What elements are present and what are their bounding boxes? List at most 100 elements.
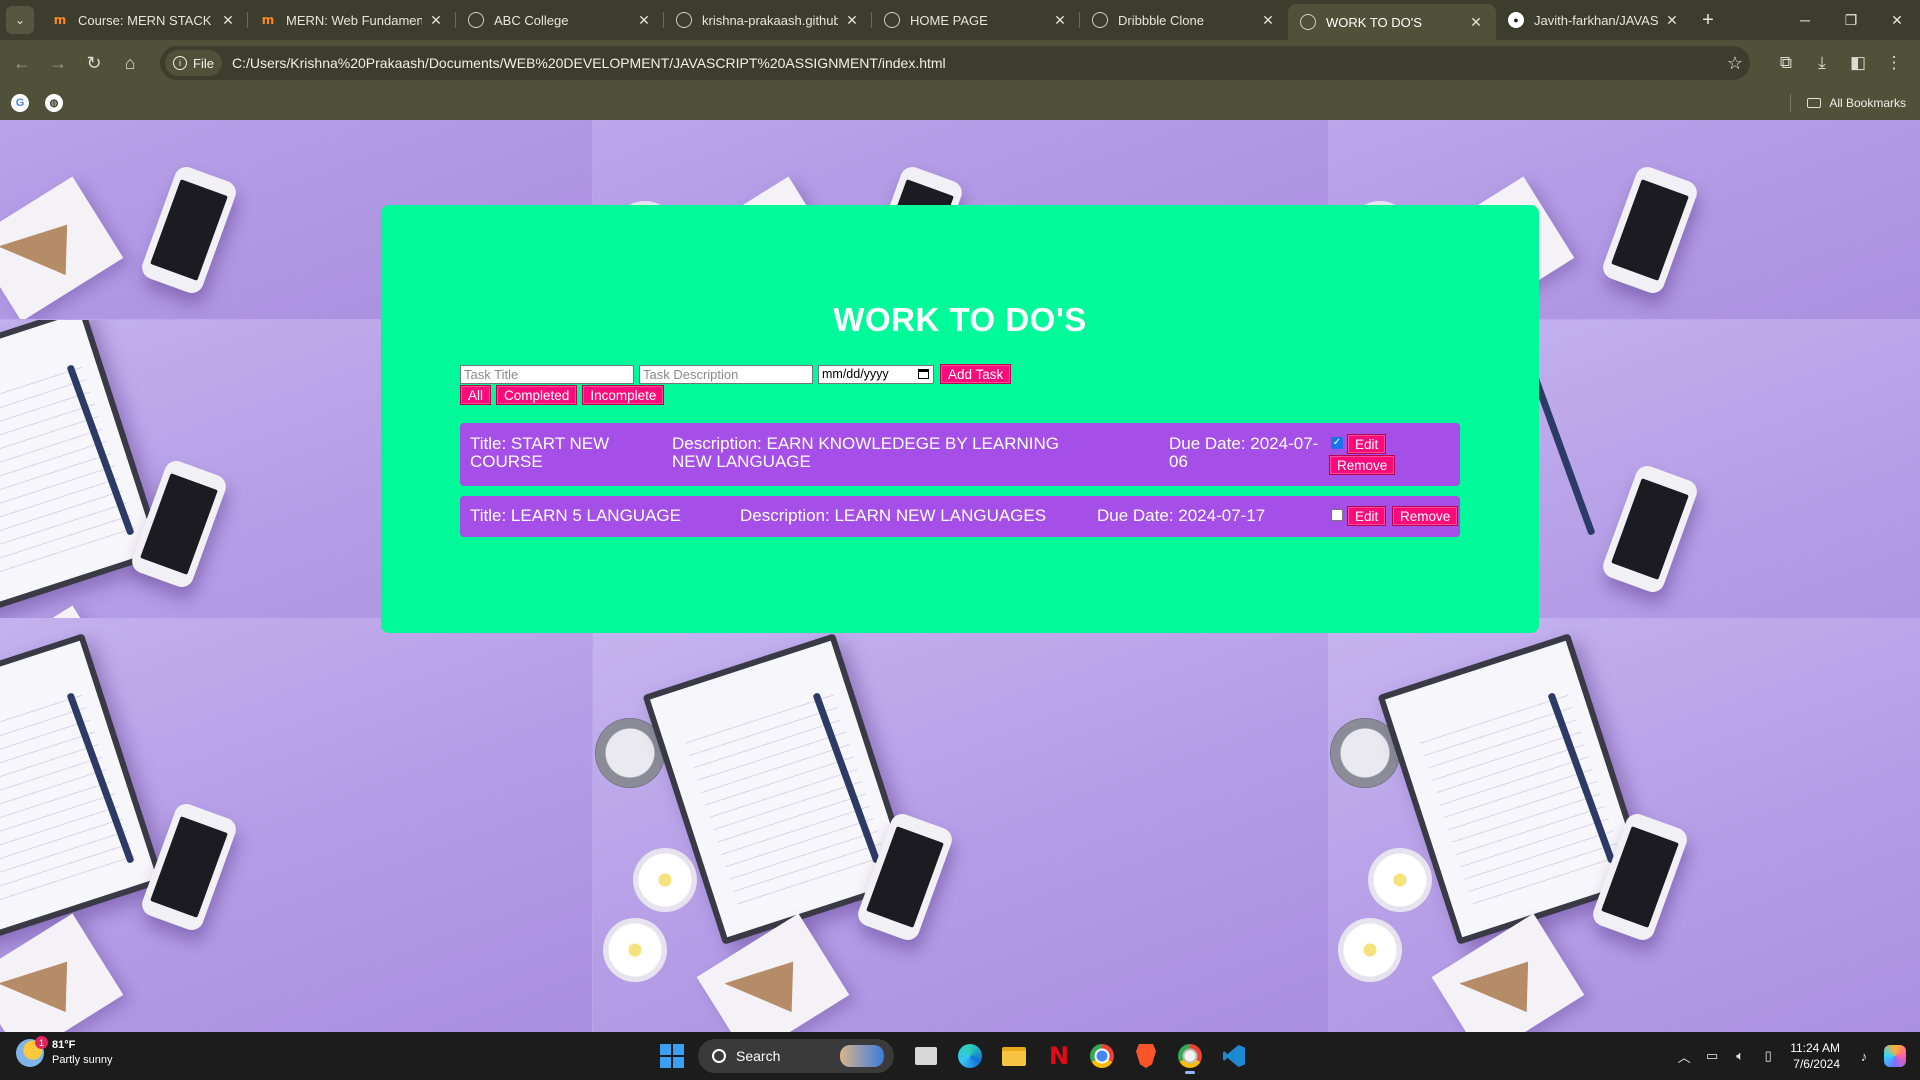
edge-app[interactable]	[950, 1038, 990, 1074]
restore-icon[interactable]: ❐	[1828, 0, 1874, 40]
chrome-dev-app[interactable]	[1170, 1038, 1210, 1074]
browser-tab[interactable]: m MERN: Web Fundamentals ✕	[248, 0, 456, 40]
todo-app-card: WORK TO DO'S mm/dd/yyyy Add Task All Com…	[381, 205, 1539, 633]
phone-image	[138, 163, 240, 297]
tab-label: HOME PAGE	[910, 12, 988, 28]
remove-task-button[interactable]: Remove	[1329, 455, 1396, 475]
extensions-icon[interactable]: ⧉	[1768, 45, 1804, 81]
clock-date: 7/6/2024	[1793, 1057, 1840, 1071]
browser-tab[interactable]: ● Javith-farkhan/JAVASCRIPT ✕	[1496, 0, 1692, 40]
browser-tab[interactable]: ABC College ✕	[456, 0, 664, 40]
flower-image	[1338, 918, 1402, 982]
close-icon[interactable]: ✕	[220, 12, 236, 29]
back-arrow-icon[interactable]: ←	[4, 45, 40, 81]
notification-bell-icon[interactable]: ♪	[1853, 1049, 1875, 1064]
site-info-label: File	[193, 55, 214, 71]
tab-label: krishna-prakaash.github.io	[702, 12, 838, 28]
google-bookmark-icon[interactable]: G	[11, 94, 29, 112]
copilot-icon[interactable]	[1884, 1045, 1906, 1067]
chevron-up-icon[interactable]: ︿	[1673, 1047, 1695, 1066]
task-complete-checkbox[interactable]: ✓	[1331, 437, 1343, 449]
edge-icon	[958, 1044, 982, 1068]
close-icon[interactable]: ✕	[636, 12, 652, 29]
task-item: Title: LEARN 5 LANGUAGE Description: LEA…	[460, 496, 1460, 537]
minimize-icon[interactable]: ─	[1782, 0, 1828, 40]
download-icon[interactable]: ⤓	[1804, 45, 1840, 81]
phone-image	[1599, 163, 1701, 297]
windows-start-icon[interactable]	[660, 1044, 684, 1068]
url-text[interactable]: C:/Users/Krishna%20Prakaash/Documents/WE…	[232, 55, 1720, 71]
taskbar-apps: Search N	[656, 1038, 1256, 1074]
battery-icon[interactable]: ▯	[1757, 1048, 1779, 1064]
globe-icon	[1092, 12, 1108, 28]
notebook-image	[0, 633, 165, 945]
site-info-chip[interactable]: i File	[165, 50, 222, 76]
volume-icon[interactable]: 🔈︎	[1729, 1048, 1751, 1064]
filter-completed-button[interactable]: Completed	[496, 385, 578, 405]
tab-search-button[interactable]: ⌄	[6, 6, 34, 34]
close-icon[interactable]: ✕	[1664, 12, 1680, 29]
chrome-app[interactable]	[1082, 1038, 1122, 1074]
m-logo-icon: m	[53, 13, 67, 27]
browser-tab[interactable]: HOME PAGE ✕	[872, 0, 1080, 40]
file-explorer-app[interactable]	[994, 1038, 1034, 1074]
home-icon[interactable]: ⌂	[112, 45, 148, 81]
globe-icon	[1300, 14, 1316, 30]
profile-icon[interactable]: ◧	[1840, 45, 1876, 81]
all-bookmarks[interactable]: All Bookmarks	[1790, 86, 1906, 120]
weather-widget[interactable]: 1 81°F Partly sunny	[16, 1036, 113, 1068]
due-date-input[interactable]: mm/dd/yyyy	[818, 364, 934, 384]
tab-strip: ⌄ m Course: MERN STACK | SE ✕ m MERN: We…	[0, 0, 1920, 40]
close-icon[interactable]: ✕	[1468, 14, 1484, 31]
menu-dots-icon[interactable]: ⋮	[1876, 45, 1912, 81]
add-task-button[interactable]: Add Task	[940, 364, 1012, 384]
task-description-input[interactable]	[639, 364, 813, 384]
close-window-icon[interactable]: ✕	[1874, 0, 1920, 40]
close-icon[interactable]: ✕	[1260, 12, 1276, 29]
task-title-input[interactable]	[460, 364, 634, 384]
divider	[1790, 94, 1792, 112]
forward-arrow-icon[interactable]: →	[40, 45, 76, 81]
page-title: WORK TO DO'S	[833, 301, 1087, 338]
new-tab-button[interactable]: +	[1692, 9, 1724, 32]
clock[interactable]: 11:24 AM 7/6/2024	[1790, 1040, 1840, 1072]
window-controls: ─ ❐ ✕	[1782, 0, 1920, 40]
filter-incomplete-button[interactable]: Incomplete	[582, 385, 665, 405]
bookmark-star-icon[interactable]: ☆	[1720, 53, 1750, 74]
browser-tab[interactable]: m Course: MERN STACK | SE ✕	[40, 0, 248, 40]
vscode-app[interactable]	[1214, 1038, 1254, 1074]
edit-task-button[interactable]: Edit	[1347, 434, 1387, 454]
brave-app[interactable]	[1126, 1038, 1166, 1074]
task-title: Title: START NEW COURSE	[470, 434, 610, 471]
tab-label: Dribbble Clone	[1118, 12, 1204, 28]
envelope-image	[0, 176, 124, 319]
chevron-down-icon: ⌄	[14, 13, 26, 27]
calendar-icon[interactable]	[918, 369, 929, 379]
browser-tab-active[interactable]: WORK TO DO'S ✕	[1288, 4, 1496, 40]
browser-tab[interactable]: krishna-prakaash.github.io ✕	[664, 0, 872, 40]
task-complete-checkbox[interactable]	[1331, 509, 1343, 521]
netflix-app[interactable]: N	[1038, 1038, 1078, 1074]
folder-icon	[1002, 1046, 1026, 1066]
netflix-icon: N	[1049, 1042, 1070, 1070]
globe-bookmark-icon[interactable]: ◍	[45, 94, 63, 112]
close-icon[interactable]: ✕	[1052, 12, 1068, 29]
notification-badge: 1	[35, 1036, 48, 1049]
info-icon: i	[173, 56, 187, 70]
task-view-app[interactable]	[906, 1038, 946, 1074]
task-title: Title: LEARN 5 LANGUAGE	[470, 506, 681, 525]
tab-label: MERN: Web Fundamentals	[286, 12, 422, 28]
flower-image	[633, 848, 697, 912]
address-bar[interactable]: i File C:/Users/Krishna%20Prakaash/Docum…	[160, 46, 1750, 80]
github-icon: ●	[1508, 12, 1524, 28]
taskbar-search[interactable]: Search	[698, 1039, 894, 1073]
reload-icon[interactable]: ↻	[76, 45, 112, 81]
remove-task-button[interactable]: Remove	[1392, 506, 1459, 526]
browser-tab[interactable]: Dribbble Clone ✕	[1080, 0, 1288, 40]
display-icon[interactable]: ▭	[1701, 1048, 1723, 1064]
clock-time: 11:24 AM	[1790, 1041, 1840, 1055]
filter-all-button[interactable]: All	[460, 385, 492, 405]
close-icon[interactable]: ✕	[844, 12, 860, 29]
edit-task-button[interactable]: Edit	[1347, 506, 1387, 526]
close-icon[interactable]: ✕	[428, 12, 444, 29]
